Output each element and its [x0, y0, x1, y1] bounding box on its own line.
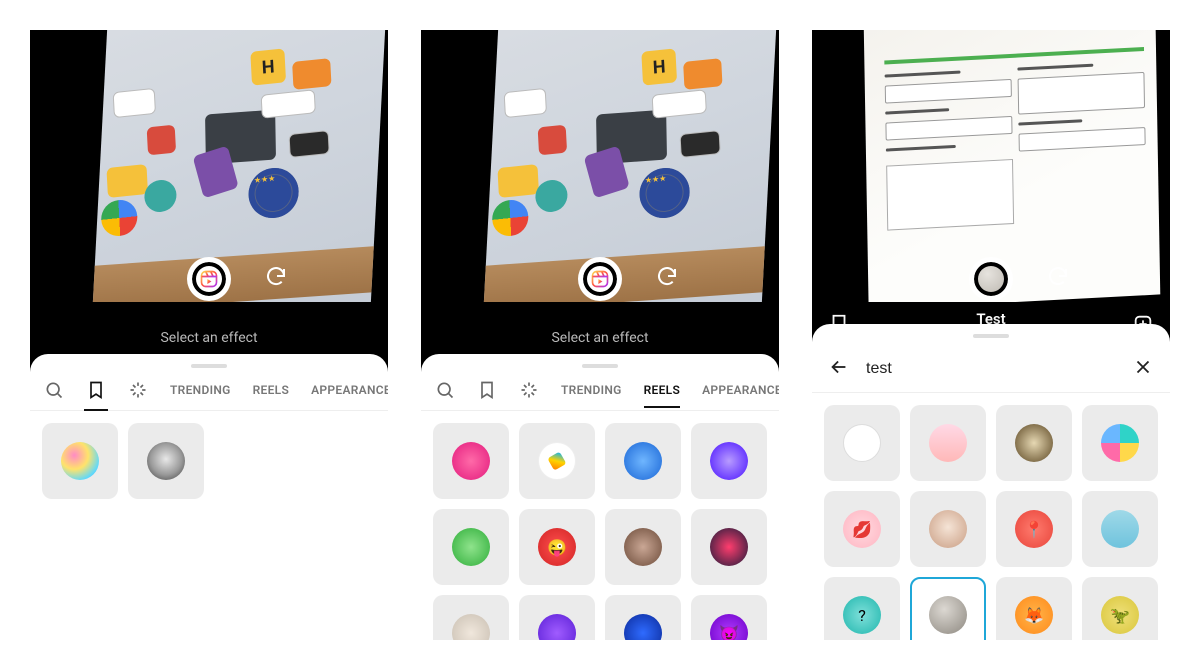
effect-thumbnail[interactable] [1082, 405, 1158, 481]
saved-tab-icon[interactable] [477, 380, 497, 400]
effect-thumbnail[interactable]: 📍 [996, 491, 1072, 567]
effect-thumbnail[interactable] [605, 423, 681, 499]
effect-thumbnail[interactable] [1082, 491, 1158, 567]
effects-grid-search: 💋 📍? 🦊🦖 [812, 393, 1170, 640]
effect-thumbnail[interactable]: 😈 [691, 595, 767, 640]
camera-viewport: H [421, 30, 779, 302]
effect-thumbnail[interactable]: 😜 [519, 509, 595, 585]
effect-thumbnail[interactable] [824, 405, 900, 481]
sparkle-icon[interactable] [128, 380, 148, 400]
effects-grid-reels: 😜😈 [421, 411, 779, 640]
effects-toolbar: TRENDING REELS APPEARANCE [30, 376, 388, 411]
saved-tab-icon[interactable] [86, 380, 106, 400]
effect-thumbnail[interactable] [910, 491, 986, 567]
capture-button[interactable] [190, 260, 228, 298]
phone-screen-1: H Select an effect [30, 30, 388, 640]
search-input[interactable] [866, 360, 1116, 378]
tab-trending[interactable]: TRENDING [170, 383, 231, 397]
phone-screen-2: H Select an effect [421, 30, 779, 640]
effect-thumbnail[interactable] [433, 423, 509, 499]
effects-sheet: TRENDING REELS APPEARANCE 😜😈 [421, 354, 779, 640]
effect-thumbnail[interactable] [910, 577, 986, 640]
effects-toolbar: TRENDING REELS APPEARANCE [421, 376, 779, 411]
effect-thumbnail[interactable] [42, 423, 118, 499]
effect-thumbnail[interactable]: 🦖 [1082, 577, 1158, 640]
tab-appearance[interactable]: APPEARANCE [311, 383, 388, 397]
back-icon[interactable] [828, 356, 850, 382]
sheet-handle[interactable] [191, 364, 227, 368]
effects-grid-saved [30, 411, 388, 511]
sheet-handle[interactable] [973, 334, 1009, 338]
effect-thumbnail[interactable] [605, 595, 681, 640]
tab-appearance[interactable]: APPEARANCE [702, 383, 779, 397]
effect-thumbnail[interactable]: 🦊 [996, 577, 1072, 640]
effect-thumbnail[interactable] [691, 509, 767, 585]
camera-viewport [812, 30, 1170, 302]
search-icon[interactable] [435, 380, 455, 400]
effect-thumbnail[interactable] [433, 595, 509, 640]
phone-screen-3: Test by fb.liveig 💋📍?🦊🦖 [812, 30, 1170, 640]
tab-trending[interactable]: TRENDING [561, 383, 622, 397]
effect-thumbnail[interactable] [691, 423, 767, 499]
flip-camera-icon[interactable] [655, 265, 679, 293]
clear-search-icon[interactable] [1132, 356, 1154, 382]
effect-thumbnail[interactable] [128, 423, 204, 499]
effect-thumbnail[interactable]: 💋 [824, 491, 900, 567]
capture-button[interactable] [581, 260, 619, 298]
capture-button[interactable] [972, 260, 1010, 298]
effects-sheet: TRENDING REELS APPEARANCE [30, 354, 388, 640]
flip-camera-icon[interactable] [1046, 265, 1070, 293]
effect-thumbnail[interactable] [519, 423, 595, 499]
search-row [812, 346, 1170, 393]
effect-thumbnail[interactable]: ? [824, 577, 900, 640]
search-icon[interactable] [44, 380, 64, 400]
camera-viewport: H [30, 30, 388, 302]
tab-reels[interactable]: REELS [644, 383, 680, 397]
flip-camera-icon[interactable] [264, 265, 288, 293]
effects-sheet: 💋 📍? 🦊🦖 [812, 324, 1170, 640]
effect-thumbnail[interactable] [433, 509, 509, 585]
effect-thumbnail[interactable] [996, 405, 1072, 481]
tab-reels[interactable]: REELS [253, 383, 289, 397]
effect-thumbnail[interactable] [519, 595, 595, 640]
sheet-handle[interactable] [582, 364, 618, 368]
sparkle-icon[interactable] [519, 380, 539, 400]
effect-thumbnail[interactable] [605, 509, 681, 585]
effect-thumbnail[interactable] [910, 405, 986, 481]
